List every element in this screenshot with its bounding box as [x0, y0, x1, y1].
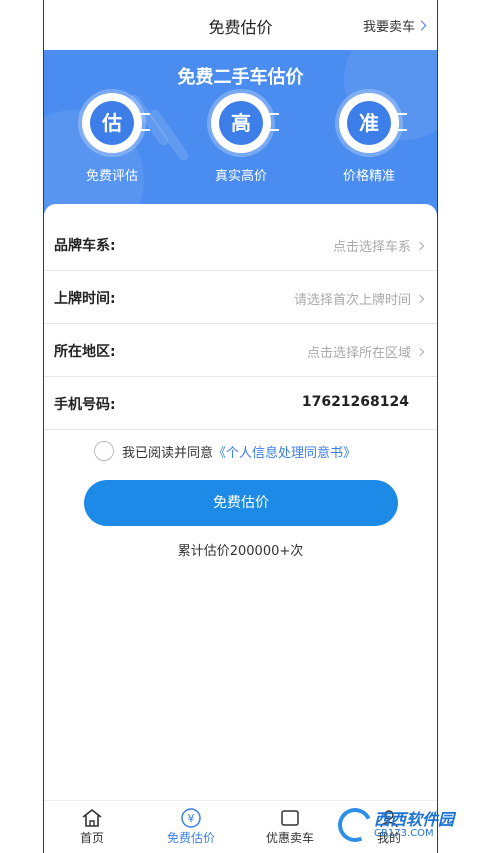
tab-home[interactable]: 首页	[52, 807, 132, 846]
region-placeholder: 点击选择所在区域	[306, 346, 411, 361]
phone-screen: 免费估价 我要卖车 免费二手车估价 估 免费评估 高 真实高价 准 价格精准 品…	[43, 0, 438, 853]
feature-label: 真实高价	[214, 169, 267, 184]
sell-car-label: 我要卖车	[362, 20, 415, 35]
registration-date-placeholder: 请选择首次上牌时间	[293, 293, 411, 308]
feature-free-eval: 估 免费评估	[72, 93, 152, 184]
tab-free-valuation-label: 免费估价	[166, 831, 215, 845]
tab-discount-sell-label: 优惠卖车	[265, 831, 314, 845]
feature-glyph: 高	[219, 101, 263, 145]
valuation-count: 累计估价200000+次	[177, 544, 304, 559]
feature-label: 价格精准	[342, 169, 395, 184]
feature-glyph: 准	[347, 101, 391, 145]
watermark-name: 西西软件园	[374, 810, 455, 829]
region-row[interactable]: 所在地区: 点击选择所在区域	[44, 324, 437, 377]
feature-accurate-price: 准 价格精准	[329, 93, 409, 184]
region-select[interactable]: 点击选择所在区域	[306, 342, 425, 361]
tab-home-label: 首页	[79, 831, 104, 845]
chevron-right-icon	[416, 20, 427, 31]
site-watermark: 西西软件园 CR173.COM	[333, 803, 468, 847]
tab-discount-sell[interactable]: 优惠卖车	[250, 807, 330, 846]
chevron-right-icon	[415, 294, 425, 303]
watermark-domain: CR173.COM	[374, 828, 434, 839]
tag-icon	[250, 807, 330, 829]
brand-series-select[interactable]: 点击选择车系	[332, 236, 425, 255]
phone-row: 手机号码: 17621268124	[44, 377, 437, 430]
registration-date-label: 上牌时间:	[54, 291, 116, 307]
brand-series-placeholder: 点击选择车系	[332, 240, 411, 255]
feature-badge: 准	[339, 93, 407, 153]
feature-glyph: 估	[90, 101, 134, 145]
top-bar: 免费估价 我要卖车	[44, 0, 437, 50]
chevron-right-icon	[415, 347, 425, 356]
free-valuation-button[interactable]: 免费估价	[84, 480, 398, 526]
privacy-consent-link[interactable]: 《个人信息处理同意书》	[213, 442, 356, 461]
sell-car-link[interactable]: 我要卖车	[362, 16, 427, 35]
svg-text:¥: ¥	[188, 812, 195, 825]
yen-icon: ¥	[151, 807, 231, 829]
phone-label: 手机号码:	[54, 397, 116, 413]
home-icon	[52, 807, 132, 829]
watermark-logo-icon	[333, 803, 377, 847]
registration-date-select[interactable]: 请选择首次上牌时间	[293, 289, 425, 308]
region-label: 所在地区:	[54, 344, 116, 360]
chevron-right-icon	[415, 241, 425, 250]
agreement: 我已阅读并同意 《个人信息处理同意书》	[94, 441, 356, 461]
registration-date-row[interactable]: 上牌时间: 请选择首次上牌时间	[44, 271, 437, 324]
brand-series-label: 品牌车系:	[54, 238, 116, 254]
tab-free-valuation[interactable]: ¥ 免费估价	[151, 807, 231, 846]
phone-input[interactable]: 17621268124	[302, 394, 409, 410]
banner-title: 免费二手车估价	[177, 67, 304, 88]
agree-checkbox[interactable]	[94, 441, 114, 461]
feature-badge: 高	[211, 93, 279, 153]
feature-high-price: 高 真实高价	[201, 93, 281, 184]
feature-label: 免费评估	[85, 169, 138, 184]
brand-series-row[interactable]: 品牌车系: 点击选择车系	[44, 218, 437, 271]
agree-text: 我已阅读并同意	[122, 445, 214, 461]
feature-badge: 估	[82, 93, 150, 153]
banner: 免费二手车估价 估 免费评估 高 真实高价 准 价格精准	[44, 50, 437, 220]
